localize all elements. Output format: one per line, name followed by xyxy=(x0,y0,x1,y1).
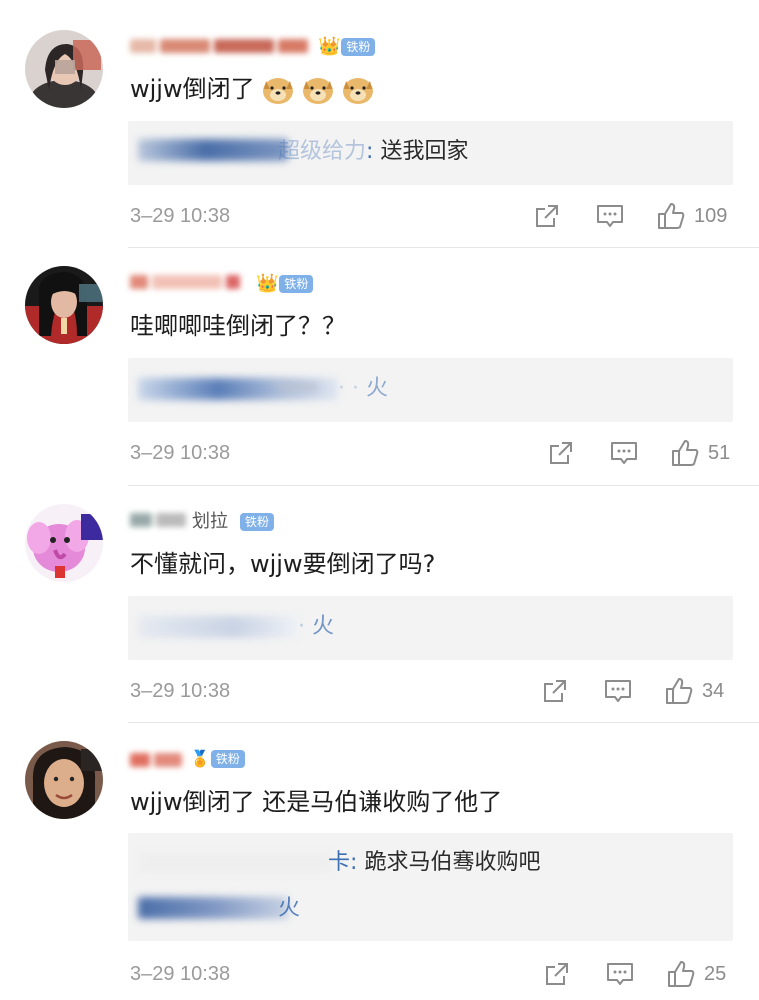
comment-text: 不懂就问，wjjw要倒闭了吗? xyxy=(130,550,436,578)
like-button[interactable]: 51 xyxy=(670,438,730,468)
like-button[interactable]: 25 xyxy=(666,959,726,989)
comment-text: 哇唧唧哇倒闭了？？ xyxy=(130,312,346,340)
username-tail[interactable]: 划拉 xyxy=(192,510,228,534)
fan-badge: 铁粉 xyxy=(240,511,275,533)
divider xyxy=(128,485,759,486)
reply-name-redacted xyxy=(140,853,330,873)
reply-preview[interactable]: · · 火 xyxy=(128,358,733,422)
reply-name-redacted xyxy=(138,139,288,161)
avatar[interactable] xyxy=(25,30,103,108)
username-redacted[interactable] xyxy=(130,510,190,530)
avatar[interactable] xyxy=(25,266,103,344)
like-button[interactable]: 34 xyxy=(664,676,724,706)
share-icon xyxy=(544,680,566,702)
share-button[interactable] xyxy=(548,438,574,468)
divider xyxy=(128,247,759,248)
like-count: 109 xyxy=(694,204,728,227)
fan-badge: 👑 铁粉 xyxy=(318,36,376,58)
comment-text: wjjw倒闭了 还是马伯谦收购了他了 xyxy=(130,788,503,816)
crown-icon: 👑 xyxy=(318,36,341,57)
like-count: 25 xyxy=(704,962,727,985)
like-count: 51 xyxy=(708,441,731,464)
doge-emoji xyxy=(302,78,333,104)
reply-redacted xyxy=(138,616,298,638)
share-button[interactable] xyxy=(544,959,570,989)
reply-preview[interactable]: · 火 xyxy=(128,596,733,660)
comment-button[interactable] xyxy=(604,676,632,706)
comment-icon xyxy=(597,205,623,227)
comment-icon xyxy=(611,442,637,464)
share-icon xyxy=(546,963,568,985)
comment-timestamp: 3–29 10:38 xyxy=(130,963,231,985)
share-icon xyxy=(536,205,558,227)
username-redacted[interactable] xyxy=(130,272,250,292)
like-icon xyxy=(672,440,699,466)
share-icon xyxy=(550,442,572,464)
comment-timestamp: 3–29 10:38 xyxy=(130,442,231,464)
username-redacted[interactable] xyxy=(130,750,190,770)
comment-button[interactable] xyxy=(610,438,638,468)
avatar[interactable] xyxy=(25,504,103,582)
medal-icon: 🏅 xyxy=(190,749,210,768)
reply-preview[interactable]: 超级给力: 送我回家 xyxy=(128,121,733,185)
fan-badge: 👑 铁粉 xyxy=(256,273,314,295)
reply-preview[interactable]: 卡: 跪求马伯骞收购吧 火 xyxy=(128,833,733,941)
share-button[interactable] xyxy=(542,676,568,706)
comment-button[interactable] xyxy=(596,201,624,231)
divider xyxy=(128,722,759,723)
comment-timestamp: 3–29 10:38 xyxy=(130,680,231,702)
share-button[interactable] xyxy=(534,201,560,231)
comment-text: wjjw倒闭了 xyxy=(130,74,375,105)
fan-badge: 🏅 铁粉 xyxy=(190,748,245,770)
doge-emoji xyxy=(342,78,373,104)
comment-timestamp: 3–29 10:38 xyxy=(130,205,231,227)
like-count: 34 xyxy=(702,679,725,702)
comment-item: 👑 铁粉 wjjw倒闭了 超级给力: 送我回家 3–29 10:38 109 xyxy=(0,0,759,248)
crown-icon: 👑 xyxy=(256,273,279,294)
like-icon xyxy=(658,203,685,229)
reply-redacted xyxy=(138,897,288,919)
reply-redacted xyxy=(278,384,318,390)
like-icon xyxy=(666,678,693,704)
comment-button[interactable] xyxy=(606,959,634,989)
avatar[interactable] xyxy=(25,741,103,819)
username-redacted[interactable] xyxy=(130,36,310,56)
like-button[interactable]: 109 xyxy=(656,201,727,231)
comment-icon xyxy=(605,680,631,702)
doge-emoji xyxy=(262,78,293,104)
like-icon xyxy=(668,961,695,987)
comment-icon xyxy=(607,963,633,985)
